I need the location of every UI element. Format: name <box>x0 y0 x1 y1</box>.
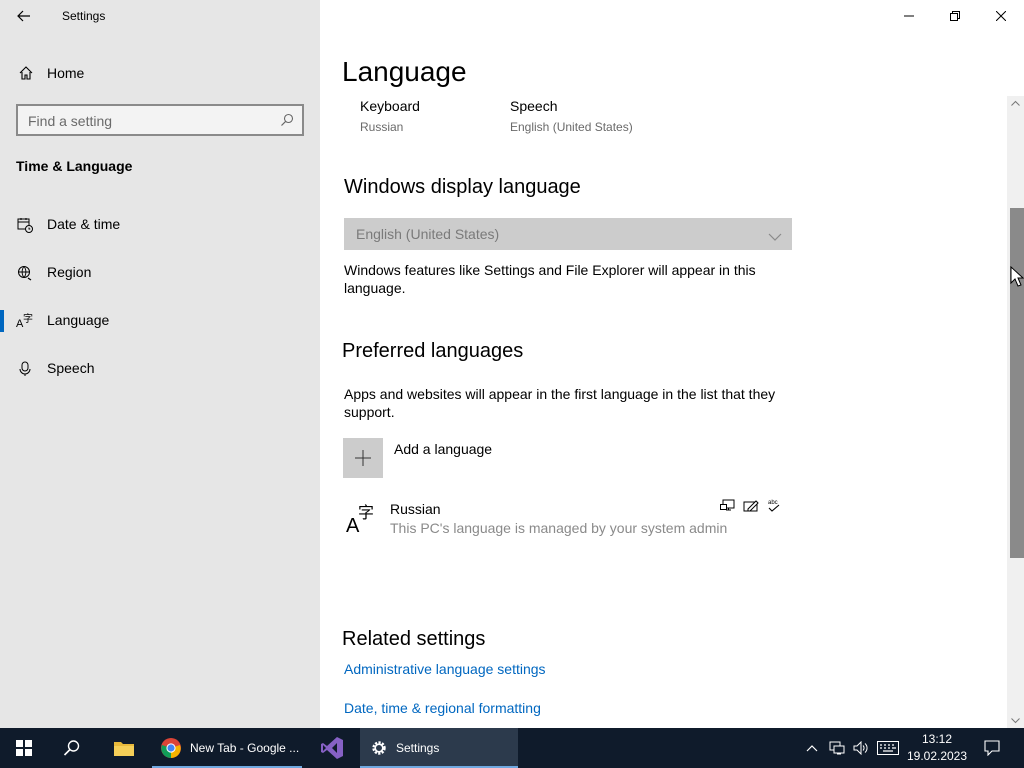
close-button[interactable] <box>978 0 1024 32</box>
page-title: Language <box>342 56 467 87</box>
display-language-heading: Windows display language <box>344 176 581 198</box>
svg-text:字: 字 <box>23 313 33 325</box>
network-button[interactable] <box>826 728 848 768</box>
display-language-value: English (United States) <box>356 226 500 242</box>
main-content: Language Keyboard Russian Speech English… <box>320 0 1024 728</box>
volume-button[interactable] <box>850 728 872 768</box>
taskbar-settings[interactable]: Settings <box>360 728 518 768</box>
show-hidden-icons-button[interactable] <box>802 728 822 768</box>
sidebar-item-label: Speech <box>47 360 95 376</box>
minimize-button[interactable] <box>886 0 932 32</box>
speech-value: English (United States) <box>510 120 633 134</box>
sidebar-item-date-time[interactable]: Date & time <box>0 204 320 244</box>
display-language-description: Windows features like Settings and File … <box>344 262 756 296</box>
taskbar-search-button[interactable] <box>48 728 96 768</box>
sidebar-home-label: Home <box>47 65 85 81</box>
search-icon <box>280 113 294 132</box>
taskbar-file-explorer[interactable] <box>100 728 148 768</box>
gear-icon <box>372 741 386 755</box>
file-explorer-icon <box>114 742 134 756</box>
plus-icon <box>343 438 383 478</box>
start-button[interactable] <box>0 728 48 768</box>
language-name: Russian <box>390 501 441 517</box>
sidebar-item-region[interactable]: Region <box>0 252 320 292</box>
regional-formatting-link[interactable]: Date, time & regional formatting <box>344 700 541 716</box>
microphone-icon <box>16 360 34 378</box>
scroll-up-button[interactable] <box>1007 96 1024 110</box>
sidebar-item-speech[interactable]: Speech <box>0 348 320 388</box>
keyboard-summary[interactable]: Keyboard Russian <box>360 98 420 134</box>
minimize-icon <box>904 15 914 17</box>
close-icon <box>996 11 1006 21</box>
sidebar: Settings Home Time & Language Date & tim… <box>0 0 320 728</box>
language-item-russian[interactable]: A字 Russian This PC's language is managed… <box>344 496 792 544</box>
titlebar-left: Settings <box>0 0 320 32</box>
svg-text:abc: abc <box>768 500 778 506</box>
display-language-dropdown[interactable]: English (United States) <box>344 218 792 250</box>
sidebar-item-label: Region <box>47 264 92 280</box>
keyboard-layout-button[interactable] <box>875 728 901 768</box>
language-glyph-icon: A字 <box>346 502 378 539</box>
add-language-button[interactable]: Add a language <box>343 438 793 478</box>
sidebar-item-language[interactable]: A字 Language <box>0 300 320 340</box>
app-title: Settings <box>62 9 106 23</box>
language-note: This PC's language is managed by your sy… <box>390 520 728 536</box>
sidebar-item-label: Language <box>47 312 110 328</box>
search-box[interactable] <box>16 104 304 136</box>
scroll-down-button[interactable] <box>1007 714 1024 728</box>
taskbar-chrome-label: New Tab - Google ... <box>190 741 300 755</box>
restore-icon <box>950 11 960 21</box>
handwriting-icon <box>741 496 761 516</box>
start-icon <box>16 740 32 756</box>
clock-date: 19.02.2023 <box>906 749 968 763</box>
sidebar-item-label: Date & time <box>47 216 121 232</box>
speech-label: Speech <box>510 98 558 114</box>
notifications-icon <box>984 740 1000 756</box>
language-icon: A字 <box>16 312 34 330</box>
add-language-label: Add a language <box>394 441 493 457</box>
volume-icon <box>853 741 868 755</box>
related-settings-heading: Related settings <box>342 628 486 650</box>
clock-time: 13:12 <box>921 732 953 746</box>
spellcheck-icon: abc <box>764 496 784 516</box>
restore-button[interactable] <box>932 0 978 32</box>
region-icon <box>16 264 34 282</box>
chevron-up-icon <box>1011 100 1020 106</box>
admin-language-settings-link[interactable]: Administrative language settings <box>344 661 546 677</box>
chrome-icon <box>161 738 181 758</box>
window-controls <box>886 0 1024 32</box>
taskbar-visual-studio[interactable] <box>308 728 356 768</box>
svg-text:字: 字 <box>358 503 374 522</box>
section-heading: Time & Language <box>16 158 133 174</box>
display-language-icon <box>718 496 738 516</box>
network-icon <box>829 741 845 755</box>
preferred-languages-description: Apps and websites will appear in the fir… <box>344 386 776 420</box>
preferred-languages-heading: Preferred languages <box>342 340 524 362</box>
vertical-scrollbar[interactable] <box>1007 96 1024 728</box>
scrollbar-thumb[interactable] <box>1010 208 1024 558</box>
sidebar-home[interactable]: Home <box>0 58 320 88</box>
speech-summary[interactable]: Speech English (United States) <box>510 98 633 134</box>
date-time-icon <box>16 216 34 234</box>
taskbar-chrome[interactable]: New Tab - Google ... <box>152 728 302 768</box>
search-icon <box>63 740 80 756</box>
home-icon <box>18 65 34 86</box>
search-input[interactable] <box>28 112 268 130</box>
keyboard-label: Keyboard <box>360 98 420 114</box>
keyboard-icon <box>877 741 899 755</box>
chevron-down-icon <box>1011 718 1020 724</box>
keyboard-value: Russian <box>360 120 404 134</box>
back-button[interactable] <box>10 4 38 28</box>
taskbar-settings-label: Settings <box>396 741 440 755</box>
back-arrow-icon <box>17 10 30 22</box>
chevron-up-icon <box>806 745 818 752</box>
visual-studio-icon <box>321 737 343 759</box>
chevron-down-icon <box>768 228 782 244</box>
mouse-cursor-icon <box>1010 266 1024 287</box>
taskbar: New Tab - Google ... Settings 13:12 19.0… <box>0 728 1024 768</box>
taskbar-clock[interactable]: 13:12 19.02.2023 <box>904 731 970 765</box>
notifications-button[interactable] <box>978 728 1006 768</box>
